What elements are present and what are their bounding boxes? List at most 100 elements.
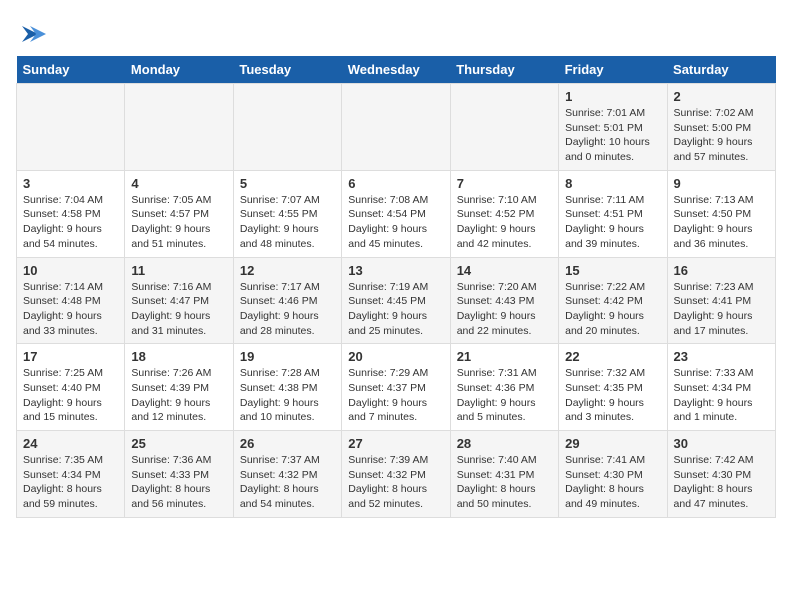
calendar-header: SundayMondayTuesdayWednesdayThursdayFrid… (17, 56, 776, 84)
day-number: 6 (348, 176, 443, 191)
day-info: Sunrise: 7:07 AM Sunset: 4:55 PM Dayligh… (240, 193, 335, 252)
day-info: Sunrise: 7:10 AM Sunset: 4:52 PM Dayligh… (457, 193, 552, 252)
day-info: Sunrise: 7:20 AM Sunset: 4:43 PM Dayligh… (457, 280, 552, 339)
logo (16, 20, 46, 48)
day-info: Sunrise: 7:42 AM Sunset: 4:30 PM Dayligh… (674, 453, 769, 512)
day-number: 1 (565, 89, 660, 104)
day-number: 25 (131, 436, 226, 451)
day-number: 11 (131, 263, 226, 278)
calendar-cell: 24 Sunrise: 7:35 AM Sunset: 4:34 PM Dayli… (17, 431, 125, 518)
calendar-cell: 27 Sunrise: 7:39 AM Sunset: 4:32 PM Dayli… (342, 431, 450, 518)
day-number: 26 (240, 436, 335, 451)
calendar-cell: 22 Sunrise: 7:32 AM Sunset: 4:35 PM Dayli… (559, 344, 667, 431)
day-number: 2 (674, 89, 769, 104)
weekday-header-thursday: Thursday (450, 56, 558, 84)
day-number: 30 (674, 436, 769, 451)
calendar-cell: 3Sunrise: 7:04 AM Sunset: 4:58 PM Daylig… (17, 170, 125, 257)
day-info: Sunrise: 7:22 AM Sunset: 4:42 PM Dayligh… (565, 280, 660, 339)
calendar-cell: 6 Sunrise: 7:08 AM Sunset: 4:54 PM Daylig… (342, 170, 450, 257)
day-number: 17 (23, 349, 118, 364)
calendar-cell: 4Sunrise: 7:05 AM Sunset: 4:57 PM Daylig… (125, 170, 233, 257)
day-info: Sunrise: 7:11 AM Sunset: 4:51 PM Dayligh… (565, 193, 660, 252)
calendar-cell: 1 Sunrise: 7:01 AM Sunset: 5:01 PM Daylig… (559, 84, 667, 171)
day-info: Sunrise: 7:19 AM Sunset: 4:45 PM Dayligh… (348, 280, 443, 339)
calendar-week-5: 24 Sunrise: 7:35 AM Sunset: 4:34 PM Dayli… (17, 431, 776, 518)
day-number: 18 (131, 349, 226, 364)
day-number: 21 (457, 349, 552, 364)
day-number: 7 (457, 176, 552, 191)
calendar-cell: 21 Sunrise: 7:31 AM Sunset: 4:36 PM Dayli… (450, 344, 558, 431)
calendar-cell: 30 Sunrise: 7:42 AM Sunset: 4:30 PM Dayli… (667, 431, 775, 518)
day-number: 24 (23, 436, 118, 451)
day-number: 23 (674, 349, 769, 364)
day-info: Sunrise: 7:36 AM Sunset: 4:33 PM Dayligh… (131, 453, 226, 512)
day-number: 16 (674, 263, 769, 278)
calendar-cell: 8 Sunrise: 7:11 AM Sunset: 4:51 PM Daylig… (559, 170, 667, 257)
weekday-header-saturday: Saturday (667, 56, 775, 84)
calendar-week-3: 10Sunrise: 7:14 AM Sunset: 4:48 PM Dayli… (17, 257, 776, 344)
calendar-week-4: 17 Sunrise: 7:25 AM Sunset: 4:40 PM Dayli… (17, 344, 776, 431)
calendar-cell (233, 84, 341, 171)
calendar-cell (125, 84, 233, 171)
calendar-cell: 18 Sunrise: 7:26 AM Sunset: 4:39 PM Dayli… (125, 344, 233, 431)
logo-icon (18, 20, 46, 48)
day-info: Sunrise: 7:32 AM Sunset: 4:35 PM Dayligh… (565, 366, 660, 425)
calendar-cell: 10Sunrise: 7:14 AM Sunset: 4:48 PM Dayli… (17, 257, 125, 344)
day-number: 12 (240, 263, 335, 278)
day-info: Sunrise: 7:25 AM Sunset: 4:40 PM Dayligh… (23, 366, 118, 425)
day-number: 8 (565, 176, 660, 191)
calendar-cell: 25 Sunrise: 7:36 AM Sunset: 4:33 PM Dayli… (125, 431, 233, 518)
day-number: 19 (240, 349, 335, 364)
day-info: Sunrise: 7:28 AM Sunset: 4:38 PM Dayligh… (240, 366, 335, 425)
weekday-header-wednesday: Wednesday (342, 56, 450, 84)
day-number: 22 (565, 349, 660, 364)
day-info: Sunrise: 7:13 AM Sunset: 4:50 PM Dayligh… (674, 193, 769, 252)
calendar-cell: 26 Sunrise: 7:37 AM Sunset: 4:32 PM Dayli… (233, 431, 341, 518)
day-number: 14 (457, 263, 552, 278)
day-number: 27 (348, 436, 443, 451)
calendar-body: 1 Sunrise: 7:01 AM Sunset: 5:01 PM Daylig… (17, 84, 776, 518)
day-number: 15 (565, 263, 660, 278)
day-info: Sunrise: 7:41 AM Sunset: 4:30 PM Dayligh… (565, 453, 660, 512)
calendar-cell: 12Sunrise: 7:17 AM Sunset: 4:46 PM Dayli… (233, 257, 341, 344)
day-info: Sunrise: 7:05 AM Sunset: 4:57 PM Dayligh… (131, 193, 226, 252)
calendar-week-2: 3Sunrise: 7:04 AM Sunset: 4:58 PM Daylig… (17, 170, 776, 257)
calendar-cell: 9 Sunrise: 7:13 AM Sunset: 4:50 PM Daylig… (667, 170, 775, 257)
day-info: Sunrise: 7:31 AM Sunset: 4:36 PM Dayligh… (457, 366, 552, 425)
calendar-cell: 2 Sunrise: 7:02 AM Sunset: 5:00 PM Daylig… (667, 84, 775, 171)
calendar-table: SundayMondayTuesdayWednesdayThursdayFrid… (16, 56, 776, 518)
day-info: Sunrise: 7:04 AM Sunset: 4:58 PM Dayligh… (23, 193, 118, 252)
calendar-cell: 23 Sunrise: 7:33 AM Sunset: 4:34 PM Dayli… (667, 344, 775, 431)
weekday-header-row: SundayMondayTuesdayWednesdayThursdayFrid… (17, 56, 776, 84)
day-info: Sunrise: 7:23 AM Sunset: 4:41 PM Dayligh… (674, 280, 769, 339)
day-number: 28 (457, 436, 552, 451)
calendar-week-1: 1 Sunrise: 7:01 AM Sunset: 5:01 PM Daylig… (17, 84, 776, 171)
weekday-header-tuesday: Tuesday (233, 56, 341, 84)
day-number: 20 (348, 349, 443, 364)
day-number: 9 (674, 176, 769, 191)
day-info: Sunrise: 7:29 AM Sunset: 4:37 PM Dayligh… (348, 366, 443, 425)
day-info: Sunrise: 7:16 AM Sunset: 4:47 PM Dayligh… (131, 280, 226, 339)
calendar-cell: 7 Sunrise: 7:10 AM Sunset: 4:52 PM Daylig… (450, 170, 558, 257)
calendar-cell: 19 Sunrise: 7:28 AM Sunset: 4:38 PM Dayli… (233, 344, 341, 431)
day-number: 29 (565, 436, 660, 451)
day-info: Sunrise: 7:37 AM Sunset: 4:32 PM Dayligh… (240, 453, 335, 512)
day-info: Sunrise: 7:40 AM Sunset: 4:31 PM Dayligh… (457, 453, 552, 512)
header (16, 16, 776, 48)
calendar-cell (450, 84, 558, 171)
day-info: Sunrise: 7:33 AM Sunset: 4:34 PM Dayligh… (674, 366, 769, 425)
day-info: Sunrise: 7:01 AM Sunset: 5:01 PM Dayligh… (565, 106, 660, 165)
day-number: 13 (348, 263, 443, 278)
day-info: Sunrise: 7:08 AM Sunset: 4:54 PM Dayligh… (348, 193, 443, 252)
day-info: Sunrise: 7:39 AM Sunset: 4:32 PM Dayligh… (348, 453, 443, 512)
calendar-cell (17, 84, 125, 171)
calendar-cell: 14 Sunrise: 7:20 AM Sunset: 4:43 PM Dayli… (450, 257, 558, 344)
day-info: Sunrise: 7:26 AM Sunset: 4:39 PM Dayligh… (131, 366, 226, 425)
calendar-cell: 28 Sunrise: 7:40 AM Sunset: 4:31 PM Dayli… (450, 431, 558, 518)
weekday-header-sunday: Sunday (17, 56, 125, 84)
day-info: Sunrise: 7:35 AM Sunset: 4:34 PM Dayligh… (23, 453, 118, 512)
day-number: 10 (23, 263, 118, 278)
weekday-header-friday: Friday (559, 56, 667, 84)
day-info: Sunrise: 7:02 AM Sunset: 5:00 PM Dayligh… (674, 106, 769, 165)
calendar-cell: 15 Sunrise: 7:22 AM Sunset: 4:42 PM Dayli… (559, 257, 667, 344)
